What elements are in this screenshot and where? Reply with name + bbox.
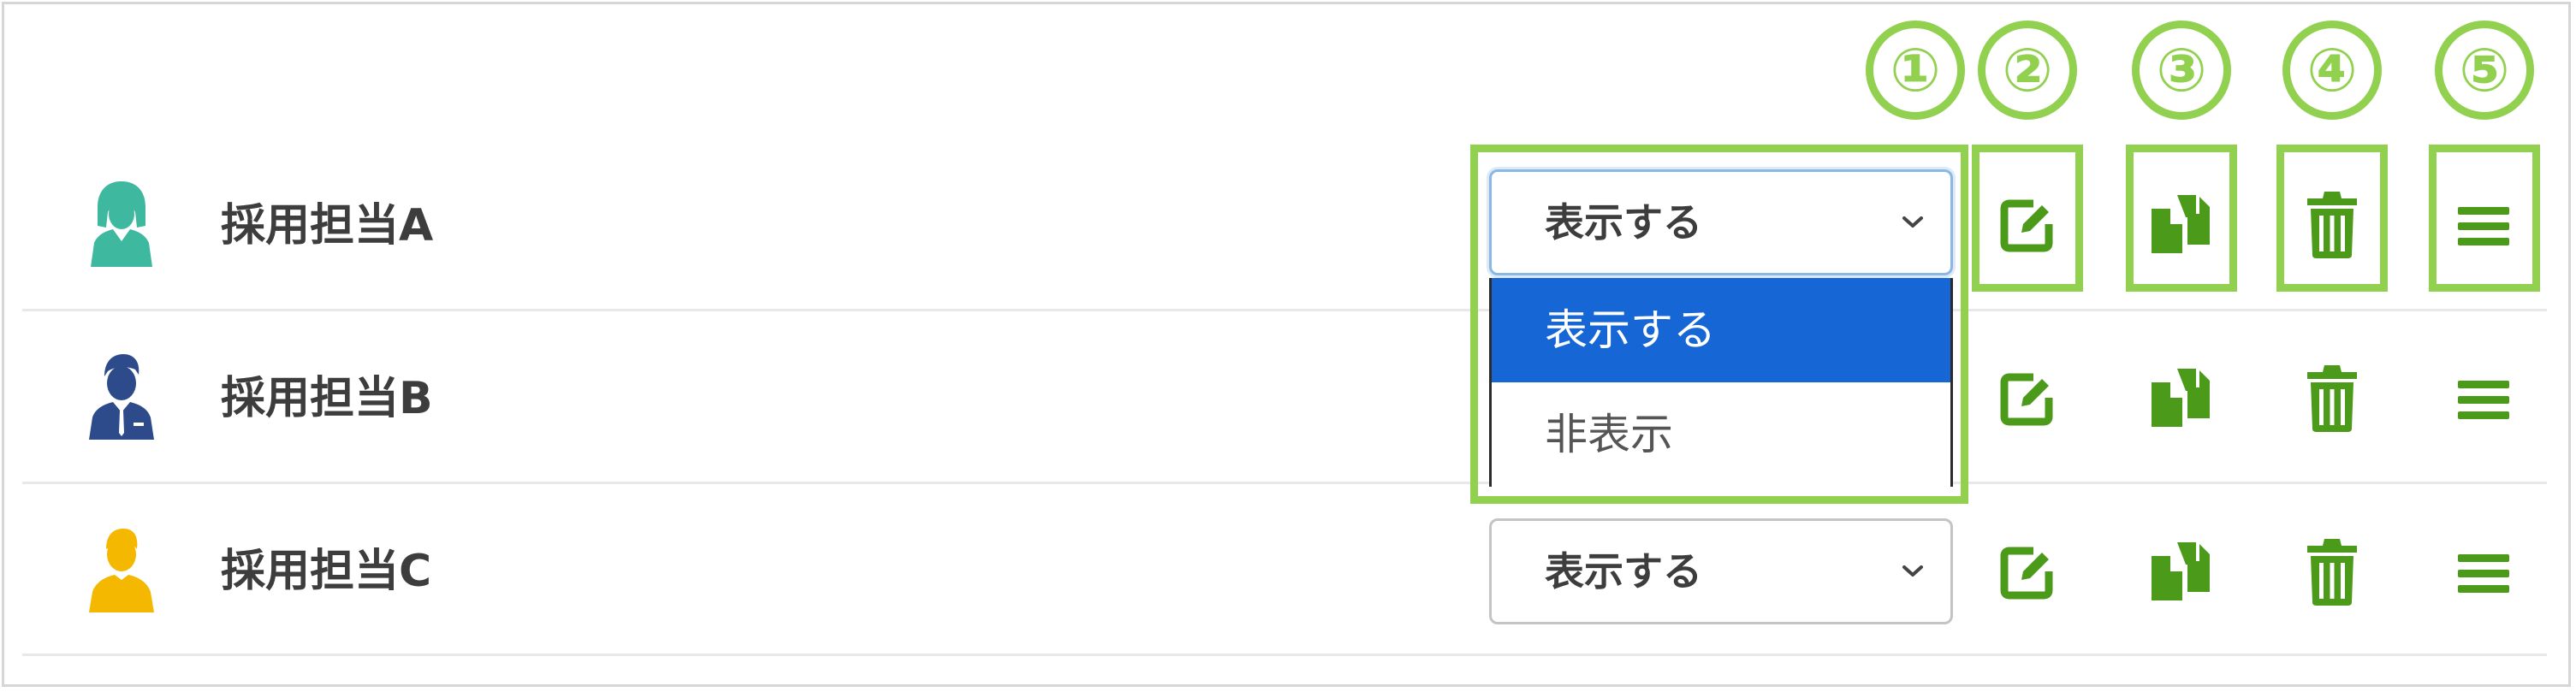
male-suit-person-icon — [89, 354, 154, 440]
menu-icon[interactable] — [2456, 549, 2511, 597]
callout-box-edit — [1972, 145, 2083, 292]
callout-number-4: ④ — [2282, 21, 2382, 120]
callout-number-5: ⑤ — [2435, 21, 2534, 120]
edit-icon[interactable] — [1999, 546, 2054, 600]
person-icon — [89, 529, 154, 612]
callout-number-2: ② — [1978, 21, 2077, 120]
chevron-down-icon — [1902, 565, 1923, 577]
select-value: 表示する — [1545, 548, 1702, 594]
user-name-a: 採用担当A — [221, 200, 434, 251]
callout-box-copy — [2126, 145, 2237, 292]
row-divider — [22, 654, 2547, 656]
row-divider — [22, 482, 2547, 484]
female-person-icon — [91, 181, 152, 267]
callout-box-delete — [2276, 145, 2388, 292]
user-name-c: 採用担当C — [221, 546, 432, 597]
visibility-select-c[interactable]: 表示する — [1489, 518, 1953, 624]
callout-number-3: ③ — [2132, 21, 2231, 120]
callout-box-reorder — [2429, 145, 2540, 292]
row-divider — [22, 309, 2547, 311]
callout-box-visibility — [1470, 145, 1968, 504]
callout-number-1: ① — [1866, 21, 1965, 120]
user-name-b: 採用担当B — [221, 373, 433, 424]
copy-icon[interactable] — [2148, 539, 2213, 604]
edit-icon[interactable] — [1999, 372, 2054, 427]
trash-icon[interactable] — [2304, 535, 2360, 607]
menu-icon[interactable] — [2456, 376, 2511, 423]
trash-icon[interactable] — [2304, 362, 2360, 434]
copy-icon[interactable] — [2148, 365, 2213, 430]
